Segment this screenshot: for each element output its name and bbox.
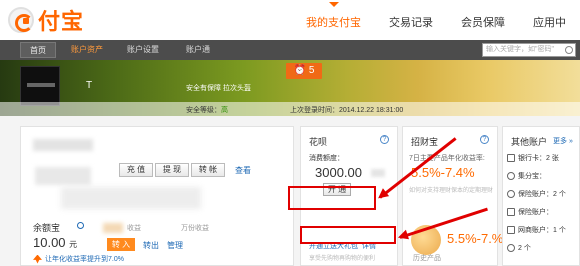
tab-account-settings[interactable]: 账户设置 [120,42,166,58]
yuebao-help-icon[interactable] [77,222,84,229]
bank-card-icon [507,154,515,162]
withdraw-button[interactable]: 提 现 [155,163,189,177]
search-icon[interactable] [565,46,573,54]
list-item[interactable]: 保险账户： [507,207,553,217]
huabei-detail-link[interactable]: 详情 [362,243,376,250]
huabei-quota-amount: 3000.00 [315,165,362,180]
account-info-row: 安全等级：高 上次登录时间：2014.12.22 18:31:00 [0,102,580,116]
balance-panel: 充 值 提 现 转 帐 查看 余额宝 收益 万份收益 10.00 元 转 入 转… [20,126,294,266]
other-accounts-more-link[interactable]: 更多 » [553,136,573,146]
huabei-title: 花呗 [309,137,328,147]
view-link[interactable]: 查看 [235,165,251,176]
zhaocaibao-rate-2: 5.5%-7.% [447,231,504,246]
nav-transactions-label: 交易记录 [389,17,433,29]
tab-home[interactable]: 首页 [20,42,56,58]
security-level-label: 安全等级： [186,107,221,114]
annotation-box-open [288,186,376,210]
recharge-button[interactable]: 充 值 [119,163,153,177]
rocket-icon [33,254,42,264]
zhaocaibao-panel: 招财宝 ? 7日主要产品年化收益率: 5.5%-7.4% 如何对支持理财保本的定… [402,126,503,266]
merchant-icon [507,226,515,234]
points-icon [507,172,515,180]
message-badge[interactable]: ⏰ 5 [286,63,322,79]
list-item-label: 集分宝： [518,173,546,180]
yuebao-note-2: 万份收益 [181,225,209,232]
yuebao-note: 收益 [127,225,141,232]
zhaocaibao-title: 招财宝 [411,137,439,147]
list-item-label: 银行卡：2 张 [518,155,559,162]
huabei-quota-label: 消费额度： [309,155,344,162]
annotation-box-invite [300,226,396,244]
nav-my-alipay[interactable]: 我的支付宝 [292,2,375,30]
yuebao-amount-value: 10.00 [33,235,66,250]
yuebao-label: 余额宝 [33,223,61,233]
huabei-invite-text: 开通立送大礼包 [309,243,358,250]
top-bar: 付宝 我的支付宝 交易记录 会员保障 应用中 [0,0,580,40]
history-products-link[interactable]: 历史产品 [413,253,441,263]
zhaocaibao-small-text: 如何对支持理财保本的定期理财 [409,188,494,194]
profile-banner: T 安全有保障 拉次头盔 ⏰ 5 安全等级：高 上次登录时间：2014.12.2… [0,60,580,116]
insurance-account-icon [507,208,515,216]
last-login: 上次登录时间：2014.12.22 18:31:00 [290,107,404,114]
transfer-in-button[interactable]: 转 入 [107,238,135,251]
security-level-value: 高 [221,107,228,114]
list-item-label: 保险账户：2 个 [518,191,566,198]
balance-amount-blurred [35,167,91,185]
transfer-button[interactable]: 转 帐 [191,163,225,177]
manage-link[interactable]: 管理 [167,240,183,251]
list-item-label: 网商账户：1 个 [518,227,566,234]
yuebao-promo[interactable]: 让年化收益率提升到7.0% [33,254,124,264]
yuebao-unit: 元 [69,240,78,249]
insurance-icon [507,190,515,198]
transfer-out-link[interactable]: 转出 [143,240,159,251]
tab-account-assets[interactable]: 账户资产 [64,42,110,58]
top-nav: 我的支付宝 交易记录 会员保障 应用中 [292,2,580,30]
nav-apps-label: 应用中 [533,17,566,29]
list-item[interactable]: 保险账户：2 个 [507,189,566,199]
huabei-small-text: 享受先购物再购物的便利 [309,256,376,262]
account-icon [507,244,515,252]
huabei-help-icon[interactable]: ? [380,135,389,144]
tab-account-link[interactable]: 账户通 [178,42,218,58]
alipay-logo[interactable]: 付宝 [8,6,84,34]
blurred-region [61,187,201,209]
yuebao-blurred [103,223,123,233]
avatar[interactable] [20,66,60,106]
other-accounts-title: 其他账户 [511,137,548,147]
list-item[interactable]: 2 个 [507,243,531,253]
list-item-label: 保险账户： [518,209,553,216]
active-nav-indicator-icon [328,2,339,7]
list-item[interactable]: 银行卡：2 张 [507,153,559,163]
huabei-blurred [371,169,385,177]
list-item-value: 2 个 [518,245,531,252]
security-text: 安全有保障 拉次头盔 [186,85,251,92]
sub-nav: 首页 账户资产 账户设置 账户通 输入关键字，如"密码" [0,40,580,60]
list-item[interactable]: 集分宝： [507,171,546,181]
zhaocaibao-desc: 7日主要产品年化收益率: [409,155,485,162]
nav-member-protection[interactable]: 会员保障 [447,14,519,30]
security-level: 安全等级：高 [186,105,228,115]
nav-apps[interactable]: 应用中 [519,14,580,30]
balance-title-blurred [33,139,93,151]
logo-text: 付宝 [38,9,85,34]
other-accounts-panel: 其他账户 更多 » 银行卡：2 张 集分宝： 保险账户：2 个 保险账户： 网商… [502,126,580,266]
nav-member-protection-label: 会员保障 [461,17,505,29]
list-item[interactable]: 网商账户：1 个 [507,225,566,235]
nav-my-alipay-label: 我的支付宝 [306,17,361,29]
zhaocaibao-help-icon[interactable]: ? [480,135,489,144]
promo-text: 让年化收益率提升到7.0% [45,256,124,263]
message-count: 5 [308,65,315,76]
search-input[interactable]: 输入关键字，如"密码" [482,43,576,57]
yuebao-amount: 10.00 元 [33,235,77,250]
alipay-logo-icon [8,7,34,33]
nav-transactions[interactable]: 交易记录 [375,14,447,30]
search-placeholder: 输入关键字，如"密码" [486,46,554,53]
account-name: T [86,80,95,91]
